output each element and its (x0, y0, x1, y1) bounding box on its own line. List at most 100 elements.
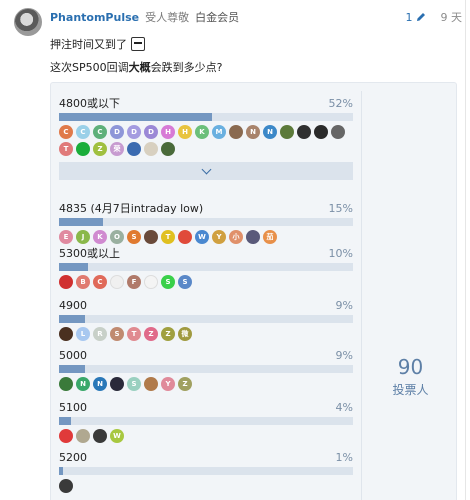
voter-avatar[interactable] (229, 125, 243, 139)
poll-option-bar (59, 218, 353, 226)
voter-avatar[interactable] (110, 275, 124, 289)
poll-option[interactable]: 4900 9% L R S T Z Z 微 (59, 299, 353, 341)
pencil-icon[interactable] (415, 11, 427, 23)
voter-avatar[interactable]: K (93, 230, 107, 244)
poll-option[interactable]: 5100 4% W (59, 401, 353, 443)
voter-avatar[interactable]: Z (93, 142, 107, 156)
voter-avatar[interactable] (93, 429, 107, 443)
voter-avatar[interactable]: D (144, 125, 158, 139)
poll-option[interactable]: 5000 9% N N S Y Z (59, 349, 353, 391)
poll-option-bar-fill (59, 467, 63, 475)
voter-avatar[interactable]: W (110, 429, 124, 443)
voter-avatar[interactable]: R (93, 327, 107, 341)
voter-avatar[interactable]: S (127, 230, 141, 244)
voter-avatar[interactable]: M (212, 125, 226, 139)
post-header: PhantomPulse 受人尊敬 白金会员 1 9 天 (50, 9, 462, 25)
voter-avatar[interactable]: W (195, 230, 209, 244)
voter-avatar[interactable]: L (76, 327, 90, 341)
voter-avatar[interactable]: O (110, 230, 124, 244)
voter-avatar[interactable]: T (161, 230, 175, 244)
voter-avatar[interactable] (297, 125, 311, 139)
voter-avatar[interactable] (59, 377, 73, 391)
voter-avatar[interactable]: S (161, 275, 175, 289)
voter-avatar[interactable]: S (127, 377, 141, 391)
poll-option[interactable]: 4800或以下 52% C C C D D D H H K M N N T Z 荣 (59, 97, 353, 180)
username-link[interactable]: PhantomPulse (50, 11, 139, 24)
voter-avatar[interactable] (178, 230, 192, 244)
poll-option-percent: 9% (335, 349, 353, 362)
poll-option-voters: NN S YZ (59, 377, 353, 391)
voter-avatar[interactable]: K (195, 125, 209, 139)
show-more-voters-button[interactable] (59, 162, 353, 180)
voter-avatar[interactable] (161, 142, 175, 156)
voter-avatar[interactable] (144, 275, 158, 289)
voter-avatar[interactable] (59, 479, 73, 493)
voter-avatar[interactable]: S (110, 327, 124, 341)
voter-avatar[interactable] (76, 429, 90, 443)
voter-avatar[interactable]: D (110, 125, 124, 139)
poll-option[interactable]: 4835 (4月7日intraday low) 15% E J K O S T W Y 小 茄 (59, 202, 353, 244)
voter-avatar[interactable]: N (263, 125, 277, 139)
voter-avatar[interactable]: 茄 (263, 230, 277, 244)
poll-total: 90 投票人 (363, 355, 458, 398)
voter-avatar[interactable] (59, 429, 73, 443)
post-age[interactable]: 9 天 (441, 9, 463, 25)
voter-avatar[interactable]: C (93, 125, 107, 139)
voter-avatar[interactable]: N (76, 377, 90, 391)
voter-avatar[interactable]: E (59, 230, 73, 244)
poll-option-voters: EJKOS T WY小 茄 (59, 230, 353, 244)
voter-avatar[interactable]: 荣 (110, 142, 124, 156)
voter-avatar[interactable] (314, 125, 328, 139)
voter-avatar[interactable] (331, 125, 345, 139)
voter-avatar[interactable]: Y (212, 230, 226, 244)
poll-option[interactable]: 5300或以上 10% B C F S S (59, 247, 353, 289)
voter-avatar[interactable]: D (127, 125, 141, 139)
voter-avatar[interactable]: Y (161, 377, 175, 391)
voter-avatar[interactable]: H (178, 125, 192, 139)
voter-avatar[interactable]: N (246, 125, 260, 139)
voter-avatar[interactable]: J (76, 230, 90, 244)
voter-avatar[interactable]: N (93, 377, 107, 391)
poll-option-bar-fill (59, 263, 89, 271)
poll-option-header: 4800或以下 52% (59, 97, 353, 111)
avatar[interactable] (14, 8, 42, 36)
poll-option-label: 5100 (59, 401, 87, 414)
post-line-1: 押注时间又到了 (50, 36, 145, 52)
voter-avatar[interactable] (144, 230, 158, 244)
voter-avatar[interactable]: C (93, 275, 107, 289)
voter-avatar[interactable] (59, 327, 73, 341)
voter-avatar[interactable] (110, 377, 124, 391)
voter-avatar[interactable]: B (76, 275, 90, 289)
total-votes-label: 投票人 (392, 383, 429, 397)
voter-avatar[interactable]: 微 (178, 327, 192, 341)
poll-option-bar-fill (59, 315, 86, 323)
voter-avatar[interactable]: S (178, 275, 192, 289)
voter-avatar[interactable]: Z (161, 327, 175, 341)
voter-avatar[interactable]: Z (144, 327, 158, 341)
voter-avatar[interactable] (246, 230, 260, 244)
voter-avatar[interactable]: F (127, 275, 141, 289)
poll-option-label: 5300或以上 (59, 247, 120, 260)
voter-avatar[interactable] (127, 142, 141, 156)
edit-count[interactable]: 1 (406, 11, 413, 24)
voter-avatar[interactable]: C (76, 125, 90, 139)
poll-option-header: 5200 1% (59, 451, 353, 465)
voter-avatar[interactable]: 小 (229, 230, 243, 244)
voter-avatar[interactable]: C (59, 125, 73, 139)
voter-avatar[interactable] (144, 377, 158, 391)
voter-avatar[interactable] (144, 142, 158, 156)
voter-avatar[interactable]: T (59, 142, 73, 156)
right-divider (465, 0, 466, 500)
voter-avatar[interactable]: T (127, 327, 141, 341)
voter-avatar[interactable]: H (161, 125, 175, 139)
poll-option[interactable]: 5200 1% (59, 451, 353, 493)
voter-avatar[interactable] (59, 275, 73, 289)
poll-option-voters: W (59, 429, 353, 443)
poll-option-bar (59, 365, 353, 373)
voter-avatar[interactable]: Z (178, 377, 192, 391)
post-meta: 1 9 天 (406, 9, 463, 25)
poll-option-label: 5200 (59, 451, 87, 464)
voter-avatar[interactable] (76, 142, 90, 156)
voter-avatar[interactable] (280, 125, 294, 139)
post-text-2-post: 会跌到多少点? (150, 61, 223, 74)
